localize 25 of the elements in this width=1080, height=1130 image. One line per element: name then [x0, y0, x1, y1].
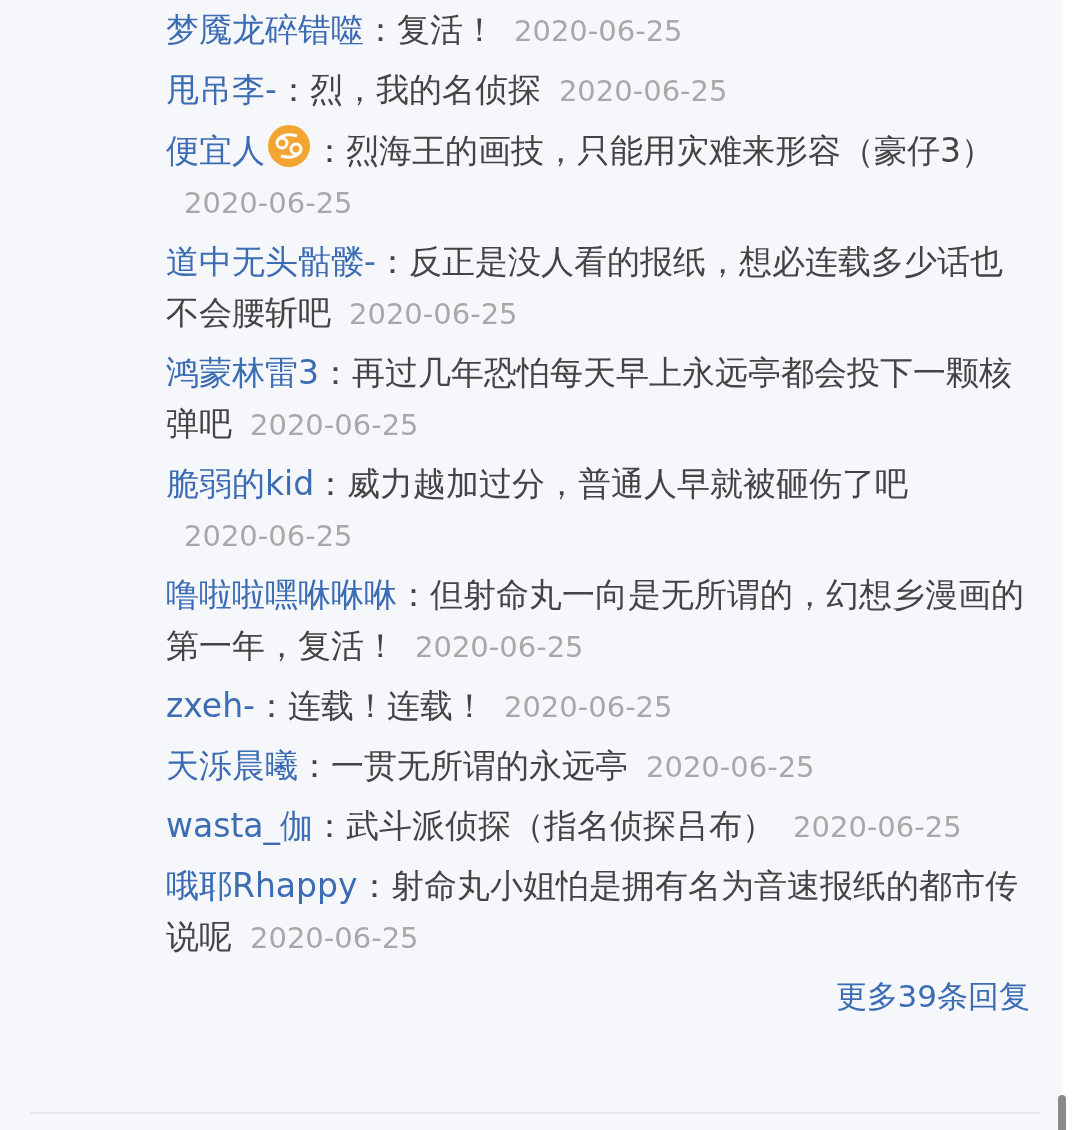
- more-replies-link[interactable]: 更多39条回复: [835, 971, 1030, 1021]
- username-link[interactable]: 天泺晨曦: [166, 746, 298, 785]
- comment-text: 鸿蒙林雷3：再过几年恐怕每天早上永远亭都会投下一颗核弹吧 2020-06-25: [166, 352, 1013, 445]
- comment-text: 道中无头骷髅-：反正是没人看的报纸，想必连载多少话也不会腰斩吧 2020-06-25: [166, 241, 1004, 334]
- username-link[interactable]: 脆弱的kid: [166, 464, 315, 503]
- comment-text: 脆弱的kid：威力越加过分，普通人早就被砸伤了吧 2020-06-25: [166, 463, 910, 555]
- username-link[interactable]: 甩吊李-: [166, 70, 277, 109]
- username-link[interactable]: 鸿蒙林雷3: [166, 353, 319, 392]
- username-link[interactable]: 哦耶Rhappy: [166, 866, 358, 905]
- comment-text: zxeh-：连载！连载！ 2020-06-25: [166, 685, 674, 727]
- username-link[interactable]: 梦魇龙碎错噬: [166, 10, 364, 49]
- username-link[interactable]: zxeh-: [166, 686, 255, 725]
- comment-text: 噜啦啦嘿咻咻咻：但射命丸一向是无所谓的，幻想乡漫画的第一年，复活！ 2020-06-25: [166, 574, 1025, 667]
- comment-text: 梦魇龙碎错噬：复活！ 2020-06-25: [166, 9, 684, 51]
- username-link[interactable]: 道中无头骷髅-: [166, 242, 376, 281]
- comment-text: 甩吊李-：烈，我的名侦探 2020-06-25: [166, 69, 729, 111]
- username-link[interactable]: 便宜人: [166, 131, 265, 170]
- scrollbar-thumb[interactable]: [1058, 1095, 1066, 1130]
- comment-text: 哦耶Rhappy：射命丸小姐怕是拥有名为音速报纸的都市传说呢 2020-06-25: [166, 865, 1019, 958]
- zodiac-badge-icon: [267, 124, 311, 168]
- comment-text: 便宜人 ：烈海王的画技，只能用灾难来形容（豪仔3） 2020-06-25: [166, 124, 1030, 229]
- username-link[interactable]: wasta_伽: [166, 806, 314, 845]
- comment-text: 天泺晨曦：一贯无所谓的永远亭 2020-06-25: [166, 745, 816, 787]
- username-link[interactable]: 噜啦啦嘿咻咻咻: [166, 575, 397, 614]
- comment-text: wasta_伽：武斗派侦探（指名侦探吕布） 2020-06-25: [166, 805, 963, 847]
